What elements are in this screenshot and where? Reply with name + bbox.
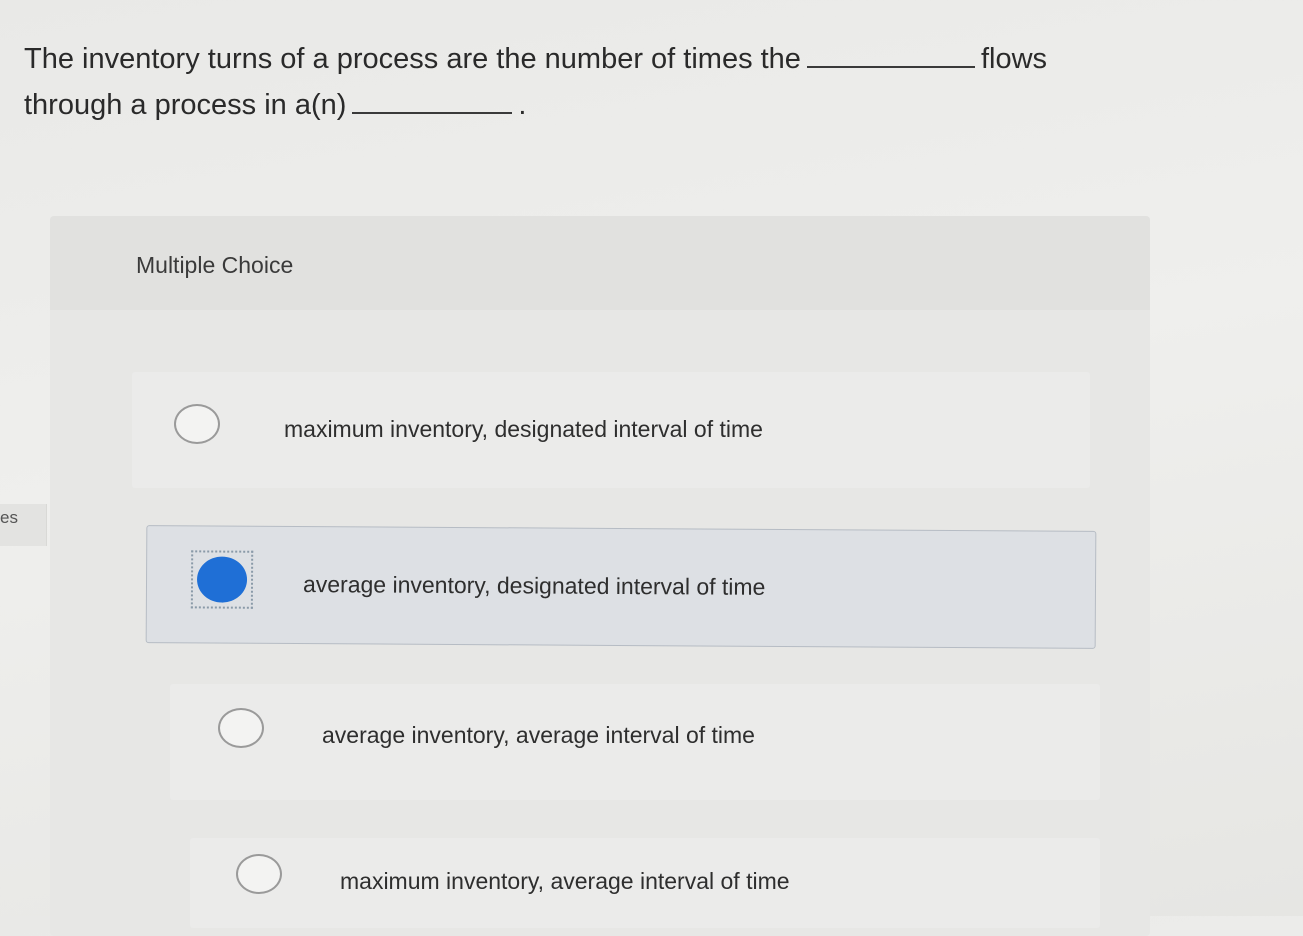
question-line-2: through a process in a(n).: [24, 82, 1184, 128]
question-line-1: The inventory turns of a process are the…: [24, 36, 1184, 82]
answer-option-4[interactable]: maximum inventory, average interval of t…: [190, 838, 1100, 928]
answer-option-2-selected[interactable]: average inventory, designated interval o…: [145, 525, 1097, 649]
multiple-choice-title: Multiple Choice: [136, 252, 294, 278]
question-prompt: The inventory turns of a process are the…: [24, 36, 1184, 128]
radio-button-unselected[interactable]: [218, 708, 264, 748]
answer-option-1[interactable]: maximum inventory, designated interval o…: [132, 372, 1090, 488]
multiple-choice-header: Multiple Choice: [50, 216, 1150, 310]
answer-blank-1: [806, 42, 975, 68]
side-nav-tab[interactable]: es: [0, 504, 47, 546]
question-period: .: [518, 89, 527, 121]
radio-button-selected[interactable]: [196, 556, 248, 603]
question-text-part-1: The inventory turns of a process are the…: [24, 43, 801, 75]
answer-option-label: maximum inventory, average interval of t…: [340, 868, 790, 894]
question-text-part-3: through a process in a(n): [24, 89, 347, 121]
answer-blank-2: [352, 88, 513, 114]
radio-button-unselected[interactable]: [174, 404, 220, 444]
radio-button-unselected[interactable]: [236, 854, 282, 894]
answer-option-label: average inventory, designated interval o…: [302, 571, 766, 600]
side-nav-tab-label: es: [0, 508, 18, 527]
question-text-part-2: flows: [980, 43, 1048, 75]
answer-option-label: maximum inventory, designated interval o…: [284, 416, 763, 442]
answer-option-3[interactable]: average inventory, average interval of t…: [170, 684, 1100, 800]
answer-option-label: average inventory, average interval of t…: [322, 722, 755, 748]
